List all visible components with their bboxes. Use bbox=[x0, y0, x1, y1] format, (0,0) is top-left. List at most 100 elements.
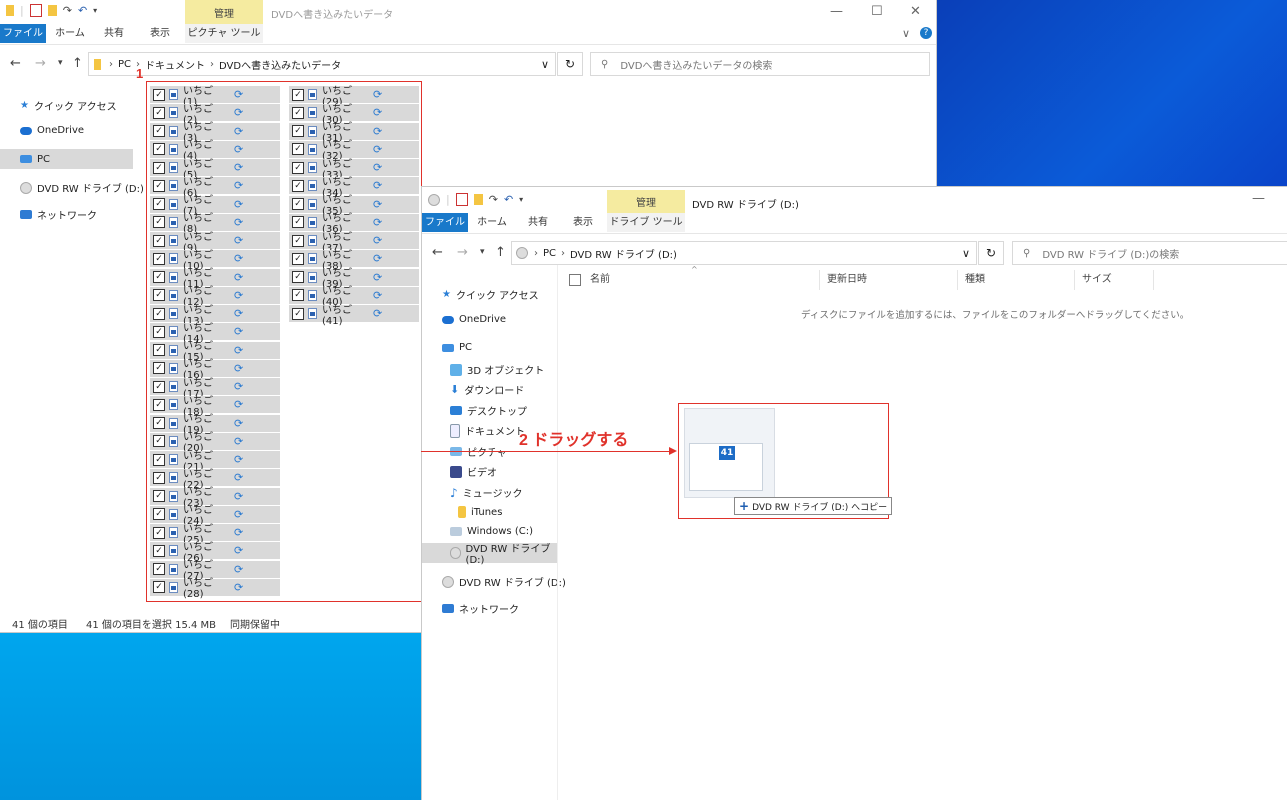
refresh-button[interactable]: ↻ bbox=[978, 241, 1004, 265]
quick-access-toolbar: | ↷ ↶ ▾ bbox=[428, 193, 523, 206]
forward-arrow-icon[interactable]: → bbox=[457, 245, 468, 260]
nav-label: Windows (C:) bbox=[467, 526, 533, 537]
column-name[interactable]: 名前 bbox=[590, 270, 610, 285]
recent-locations-icon[interactable]: ▾ bbox=[480, 247, 485, 257]
window-title: DVD RW ドライブ (D:) bbox=[692, 200, 799, 211]
nav-label: ミュージック bbox=[462, 489, 523, 500]
tab-share[interactable]: 共有 bbox=[520, 213, 556, 232]
nav-pc[interactable]: PC bbox=[0, 149, 133, 169]
breadcrumb-folder[interactable]: DVDへ書き込みたいデータ bbox=[219, 57, 341, 72]
column-divider[interactable] bbox=[819, 270, 820, 290]
title-bar: | ↷ ↶ ▾ 管理 DVDへ書き込みたいデータ — ☐ ✕ bbox=[0, 0, 936, 24]
column-divider[interactable] bbox=[1153, 270, 1154, 290]
tab-view[interactable]: 表示 bbox=[565, 213, 601, 232]
breadcrumb-pc[interactable]: PC bbox=[118, 59, 131, 70]
up-arrow-icon[interactable]: ↑ bbox=[72, 56, 83, 71]
redo-icon[interactable]: ↷ bbox=[63, 4, 72, 17]
nav-dvd-drive-selected[interactable]: DVD RW ドライブ (D:) bbox=[422, 543, 557, 566]
nav-pc[interactable]: PC bbox=[442, 342, 472, 353]
expand-ribbon-icon[interactable]: ∨ bbox=[902, 27, 910, 40]
redo-icon[interactable]: ↷ bbox=[489, 193, 498, 206]
step-2-label: 2 ドラッグする bbox=[519, 432, 629, 449]
tab-view[interactable]: 表示 bbox=[142, 24, 178, 43]
maximize-button[interactable]: ☐ bbox=[871, 4, 883, 19]
nav-music[interactable]: ♪ ミュージック bbox=[450, 485, 523, 501]
drag-arrow-head bbox=[669, 447, 677, 455]
desktop-wallpaper-bottom bbox=[0, 632, 422, 800]
undo-icon[interactable]: ↶ bbox=[78, 4, 87, 17]
nav-desktop[interactable]: デスクトップ bbox=[450, 403, 527, 418]
refresh-button[interactable]: ↻ bbox=[557, 52, 583, 76]
drag-preview: 41 bbox=[684, 408, 775, 498]
back-arrow-icon[interactable]: ← bbox=[10, 56, 21, 71]
new-folder-icon[interactable] bbox=[47, 5, 57, 16]
manage-context-tab[interactable]: 管理 bbox=[607, 190, 685, 213]
search-input[interactable]: ⚲ DVDへ書き込みたいデータの検索 bbox=[590, 52, 930, 76]
music-icon: ♪ bbox=[450, 485, 458, 500]
minimize-button[interactable]: — bbox=[1252, 191, 1265, 206]
chevron-down-icon[interactable]: ∨ bbox=[962, 247, 970, 260]
up-arrow-icon[interactable]: ↑ bbox=[495, 245, 506, 260]
back-arrow-icon[interactable]: ← bbox=[432, 245, 443, 260]
forward-arrow-icon[interactable]: → bbox=[35, 56, 46, 71]
properties-icon[interactable] bbox=[455, 193, 468, 206]
customize-qat-icon[interactable]: ▾ bbox=[93, 6, 97, 15]
breadcrumb-dvd-drive[interactable]: DVD RW ドライブ (D:) bbox=[570, 246, 677, 261]
nav-label: 3D オブジェクト bbox=[467, 366, 545, 377]
step-1-label: 1 bbox=[136, 66, 144, 81]
properties-icon[interactable] bbox=[29, 4, 42, 17]
column-type[interactable]: 種類 bbox=[965, 270, 985, 285]
nav-label: ネットワーク bbox=[37, 211, 97, 222]
address-bar[interactable]: › PC › DVD RW ドライブ (D:) ∨ bbox=[511, 241, 977, 265]
recent-locations-icon[interactable]: ▾ bbox=[58, 58, 63, 68]
address-bar[interactable]: › PC › ドキュメント › DVDへ書き込みたいデータ ∨ bbox=[88, 52, 556, 76]
tab-file[interactable]: ファイル bbox=[422, 213, 468, 232]
tab-home[interactable]: ホーム bbox=[52, 24, 88, 43]
nav-itunes[interactable]: iTunes bbox=[458, 506, 502, 518]
disc-icon bbox=[428, 193, 440, 206]
tab-picture-tools[interactable]: ピクチャ ツール bbox=[185, 24, 263, 43]
help-icon[interactable]: ? bbox=[920, 27, 932, 39]
chevron-down-icon[interactable]: ∨ bbox=[541, 58, 549, 71]
nav-3d-objects[interactable]: 3D オブジェクト bbox=[450, 362, 544, 377]
network-icon bbox=[442, 604, 454, 613]
tab-home[interactable]: ホーム bbox=[474, 213, 510, 232]
close-button[interactable]: ✕ bbox=[910, 4, 921, 19]
download-icon: ⬇ bbox=[450, 383, 460, 396]
minimize-button[interactable]: — bbox=[830, 4, 843, 19]
manage-context-tab[interactable]: 管理 bbox=[185, 0, 263, 24]
nav-dvd-drive[interactable]: DVD RW ドライブ (D:) bbox=[442, 574, 566, 589]
nav-quick-access[interactable]: ★ クイック アクセス bbox=[442, 287, 539, 302]
tab-file[interactable]: ファイル bbox=[0, 24, 46, 43]
nav-dvd-drive[interactable]: DVD RW ドライブ (D:) bbox=[20, 180, 144, 195]
nav-documents[interactable]: ドキュメント bbox=[450, 423, 525, 438]
tab-drive-tools[interactable]: ドライブ ツール bbox=[607, 213, 685, 232]
column-size[interactable]: サイズ bbox=[1082, 270, 1112, 285]
select-all-checkbox[interactable] bbox=[569, 274, 581, 286]
nav-label: OneDrive bbox=[37, 125, 85, 136]
breadcrumb-documents[interactable]: ドキュメント bbox=[145, 57, 205, 72]
nav-label: DVD RW ドライブ (D:) bbox=[37, 184, 144, 195]
undo-icon[interactable]: ↶ bbox=[504, 193, 513, 206]
nav-quick-access[interactable]: ★ クイック アクセス bbox=[20, 98, 117, 113]
column-divider[interactable] bbox=[1074, 270, 1075, 290]
star-icon: ★ bbox=[442, 289, 451, 300]
nav-network[interactable]: ネットワーク bbox=[442, 601, 519, 616]
nav-label: PC bbox=[459, 342, 473, 353]
drag-tooltip-text: DVD RW ドライブ (D:) へコピー bbox=[752, 502, 888, 513]
nav-network[interactable]: ネットワーク bbox=[20, 207, 97, 222]
column-modified[interactable]: 更新日時 bbox=[827, 270, 867, 285]
pane-divider bbox=[557, 265, 558, 800]
nav-windows-c[interactable]: Windows (C:) bbox=[450, 526, 533, 537]
column-divider[interactable] bbox=[957, 270, 958, 290]
search-input[interactable]: ⚲ DVD RW ドライブ (D:)の検索 bbox=[1012, 241, 1287, 265]
nav-videos[interactable]: ビデオ bbox=[450, 464, 497, 479]
nav-onedrive[interactable]: OneDrive bbox=[20, 125, 84, 136]
breadcrumb-pc[interactable]: PC bbox=[543, 248, 556, 259]
nav-downloads[interactable]: ⬇ ダウンロード bbox=[450, 382, 524, 397]
nav-onedrive[interactable]: OneDrive bbox=[442, 314, 506, 325]
tab-share[interactable]: 共有 bbox=[96, 24, 132, 43]
customize-qat-icon[interactable]: ▾ bbox=[519, 195, 523, 204]
nav-label: デスクトップ bbox=[467, 407, 527, 418]
new-folder-icon[interactable] bbox=[473, 194, 483, 205]
